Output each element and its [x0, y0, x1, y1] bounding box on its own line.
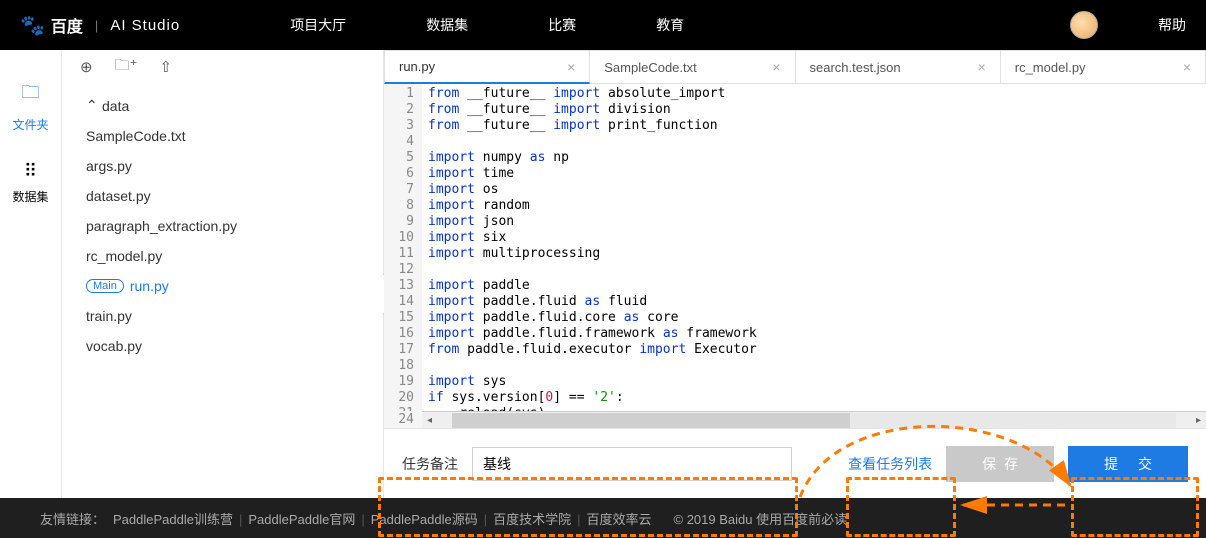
- task-note-input[interactable]: [472, 447, 792, 481]
- folder-icon: 🗀: [0, 80, 61, 110]
- close-icon[interactable]: ×: [1183, 59, 1191, 75]
- logo-baidu: 百度: [51, 13, 83, 37]
- rail-datasets[interactable]: ⠿ 数据集: [0, 151, 61, 223]
- tab-label: SampleCode.txt: [604, 60, 697, 75]
- workspace: 🗀 文件夹 ⠿ 数据集 ⊕ 🗀⁺ ⇧ ⌃ data SampleCode.txt…: [0, 50, 1206, 498]
- footer-link[interactable]: PaddlePaddle官网: [248, 512, 355, 527]
- tree-file[interactable]: args.py: [80, 151, 383, 181]
- scroll-thumb[interactable]: [452, 413, 850, 428]
- file-toolbar: ⊕ 🗀⁺ ⇧: [62, 50, 383, 84]
- footer-link[interactable]: 百度效率云: [587, 512, 652, 527]
- new-folder-icon[interactable]: 🗀⁺: [115, 55, 138, 80]
- file-tree: ⌃ data SampleCode.txt args.py dataset.py…: [62, 84, 383, 361]
- folder-name: data: [102, 98, 129, 114]
- nav-datasets[interactable]: 数据集: [426, 15, 468, 35]
- top-nav: 项目大厅 数据集 比赛 教育: [290, 15, 684, 35]
- code-editor[interactable]: 1234567891011121314151617181920212223 fr…: [384, 84, 1206, 411]
- rail-files-label: 文件夹: [12, 118, 48, 132]
- tab-label: rc_model.py: [1015, 60, 1086, 75]
- editor-tab[interactable]: SampleCode.txt ×: [590, 50, 795, 84]
- tree-file[interactable]: dataset.py: [80, 181, 383, 211]
- tab-label: search.test.json: [810, 60, 901, 75]
- logo[interactable]: 🐾 百度 | AI Studio: [20, 13, 180, 38]
- upload-icon[interactable]: ⇧: [160, 58, 173, 76]
- nav-projects[interactable]: 项目大厅: [290, 15, 346, 35]
- logo-divider: |: [95, 18, 98, 33]
- tab-label: run.py: [399, 59, 435, 74]
- line-gutter: 1234567891011121314151617181920212223: [384, 84, 422, 411]
- tree-file[interactable]: paragraph_extraction.py: [80, 211, 383, 241]
- submit-button[interactable]: 提 交: [1068, 446, 1188, 482]
- tree-file[interactable]: rc_model.py: [80, 241, 383, 271]
- footer: 友情链接： PaddlePaddle训练营|PaddlePaddle官网|Pad…: [0, 498, 1206, 538]
- chevron-down-icon: ⌃: [86, 97, 96, 114]
- bottom-bar: 任务备注 查看任务列表 保存 提 交: [384, 428, 1206, 498]
- gutter-last: 24: [384, 411, 422, 428]
- topbar: 🐾 百度 | AI Studio 项目大厅 数据集 比赛 教育 帮助: [0, 0, 1206, 50]
- baidu-paw-icon: 🐾: [20, 13, 45, 38]
- close-icon[interactable]: ×: [567, 59, 575, 75]
- horizontal-scrollbar[interactable]: ◂ ▸: [422, 411, 1206, 428]
- help-link[interactable]: 帮助: [1158, 15, 1186, 35]
- scroll-right-icon[interactable]: ▸: [1191, 415, 1206, 426]
- editor-tabs: run.py×SampleCode.txt×search.test.json×r…: [384, 50, 1206, 84]
- close-icon[interactable]: ×: [978, 59, 986, 75]
- main-tag: Main: [86, 279, 124, 293]
- file-pane: ⊕ 🗀⁺ ⇧ ⌃ data SampleCode.txt args.py dat…: [62, 50, 384, 498]
- tree-file[interactable]: train.py: [80, 301, 383, 331]
- footer-link[interactable]: PaddlePaddle源码: [371, 512, 478, 527]
- nav-competition[interactable]: 比赛: [548, 15, 576, 35]
- save-button[interactable]: 保存: [946, 446, 1054, 482]
- view-task-list-link[interactable]: 查看任务列表: [848, 454, 932, 474]
- rail-datasets-label: 数据集: [12, 190, 48, 204]
- tree-file-main[interactable]: Main run.py: [80, 271, 383, 301]
- code-content[interactable]: from __future__ import absolute_importfr…: [422, 84, 1206, 411]
- left-rail: 🗀 文件夹 ⠿ 数据集: [0, 50, 62, 498]
- rail-files[interactable]: 🗀 文件夹: [0, 70, 61, 151]
- avatar[interactable]: [1070, 11, 1098, 39]
- editor-tab[interactable]: rc_model.py ×: [1001, 50, 1206, 84]
- nav-education[interactable]: 教育: [656, 15, 684, 35]
- task-note-label: 任务备注: [402, 454, 458, 474]
- footer-copyright: © 2019 Baidu 使用百度前必读: [674, 509, 848, 528]
- dataset-icon: ⠿: [0, 161, 61, 182]
- scroll-left-icon[interactable]: ◂: [422, 415, 437, 426]
- editor-tab[interactable]: run.py ×: [384, 50, 590, 84]
- footer-link[interactable]: 百度技术学院: [493, 512, 571, 527]
- editor-area: ◂ run.py×SampleCode.txt×search.test.json…: [384, 50, 1206, 498]
- logo-studio: AI Studio: [110, 17, 180, 34]
- editor-tab[interactable]: search.test.json ×: [796, 50, 1001, 84]
- tree-folder-data[interactable]: ⌃ data: [80, 90, 383, 121]
- tree-file[interactable]: vocab.py: [80, 331, 383, 361]
- new-file-icon[interactable]: ⊕: [80, 58, 93, 76]
- main-file-name: run.py: [130, 278, 169, 294]
- footer-link[interactable]: PaddlePaddle训练营: [113, 512, 233, 527]
- close-icon[interactable]: ×: [772, 59, 780, 75]
- tree-file[interactable]: SampleCode.txt: [80, 121, 383, 151]
- footer-label: 友情链接：: [40, 509, 105, 528]
